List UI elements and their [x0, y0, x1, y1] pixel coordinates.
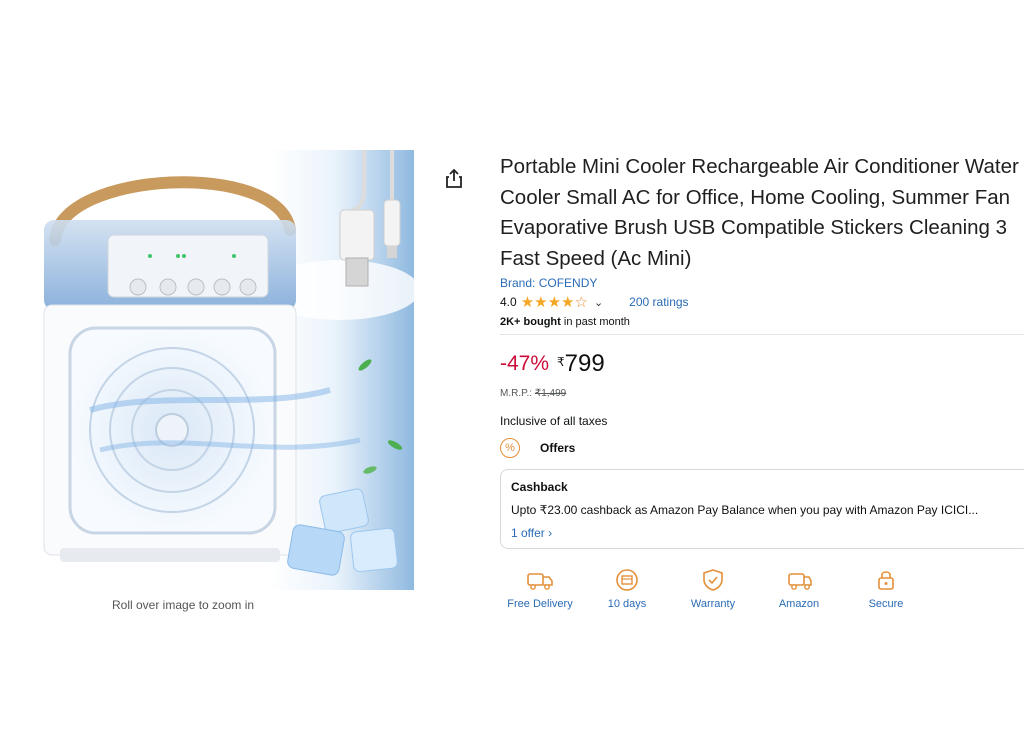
feature-crop-mask: [500, 622, 1024, 756]
feature-label: Secure: [868, 598, 904, 610]
rating-row: 4.0 ★★★★☆ ⌄ 200 ratings: [500, 293, 689, 311]
price-row: -47% ₹ 799: [500, 350, 605, 378]
delivery-truck-icon: [527, 573, 553, 590]
feature-returns[interactable]: 10 days: [587, 568, 667, 611]
chevron-down-icon[interactable]: ⌄: [594, 296, 603, 309]
feature-warranty[interactable]: Warranty: [673, 568, 753, 611]
feature-label: Warranty: [690, 598, 736, 610]
amazon-delivered-truck-icon: [788, 573, 812, 590]
star-icon: ★: [561, 293, 575, 311]
warranty-shield-icon: [703, 569, 723, 591]
cashback-offer-link[interactable]: 1 offer ›: [511, 526, 552, 540]
product-title: Portable Mini Cooler Rechargeable Air Co…: [500, 155, 1019, 270]
feature-amazon-delivered[interactable]: Amazon: [759, 568, 839, 611]
share-arrow-icon: [446, 168, 462, 188]
return-box-icon: [616, 569, 638, 591]
bought-count-rest: in past month: [560, 316, 630, 328]
feature-secure-transaction[interactable]: Secure: [846, 568, 926, 611]
currency-symbol: ₹: [557, 355, 565, 369]
cashback-description: Upto ₹23.00 cashback as Amazon Pay Balan…: [511, 503, 979, 517]
cashback-offer-card[interactable]: Cashback Upto ₹23.00 cashback as Amazon …: [500, 469, 1024, 549]
star-icon: ★: [520, 293, 535, 311]
portable-cooler-image: [0, 150, 414, 590]
feature-free-delivery[interactable]: Free Delivery: [500, 568, 580, 611]
zoom-hint: Roll over image to zoom in: [112, 598, 255, 612]
mrp-row: M.R.P.: ₹1,499: [500, 388, 566, 399]
divider: [500, 334, 1024, 335]
price-value: 799: [564, 350, 605, 377]
offers-badge-icon: %: [500, 438, 520, 458]
star-icon: ★: [534, 293, 548, 311]
bought-count-bold: 2K+ bought: [500, 316, 561, 328]
star-icon: ★: [547, 293, 562, 311]
secure-lock-icon: [878, 571, 894, 590]
feature-label: Free Delivery: [507, 598, 573, 610]
offers-header: % Offers: [500, 438, 575, 458]
offers-label: Offers: [540, 441, 576, 455]
rating-value: 4.0: [500, 295, 517, 309]
ratings-count-link[interactable]: 200 ratings: [629, 295, 688, 309]
feature-label: Amazon: [778, 598, 820, 610]
star-icon: ☆: [574, 293, 588, 311]
rating-stars[interactable]: ★★★★☆: [521, 295, 588, 310]
mrp-value: ₹1,499: [534, 388, 567, 399]
product-image[interactable]: [0, 150, 414, 590]
mrp-label: M.R.P.:: [500, 388, 535, 399]
feature-label: 10 days: [607, 598, 647, 610]
bought-count: 2K+ bought in past month: [500, 316, 630, 328]
cashback-title: Cashback: [511, 480, 568, 494]
brand-link[interactable]: Brand: COFENDY: [500, 276, 597, 290]
discount-percentage: -47%: [500, 352, 550, 375]
tax-info: Inclusive of all taxes: [500, 414, 608, 428]
share-icon[interactable]: [444, 168, 464, 190]
